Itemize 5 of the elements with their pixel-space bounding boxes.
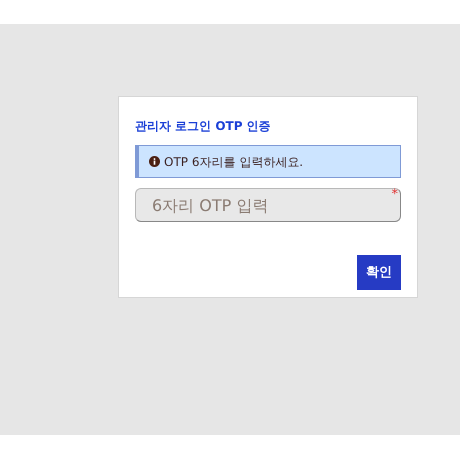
- required-mark: *: [392, 188, 398, 201]
- dialog-title: 관리자 로그인 OTP 인증: [135, 118, 272, 135]
- alert-message: OTP 6자리를 입력하세요.: [164, 154, 304, 170]
- confirm-button[interactable]: 확인: [357, 255, 401, 290]
- info-icon: [149, 156, 160, 167]
